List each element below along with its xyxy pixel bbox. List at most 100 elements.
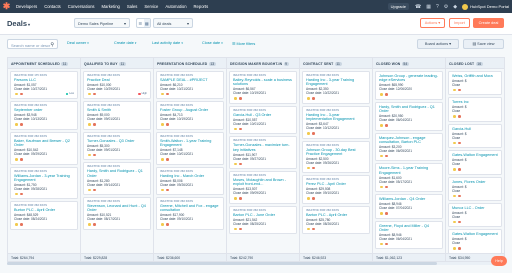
create-deal-button[interactable]: Create deal: [473, 18, 504, 28]
contact-avatar[interactable]: [311, 226, 316, 232]
contact-avatar[interactable]: [452, 87, 457, 93]
deal-name-link[interactable]: Greene, Floyd and Miller - Q4 Order: [379, 224, 439, 233]
deal-card[interactable]: INACTIVE FOR 263 DAYS Harding Inc - 3-yea…: [302, 71, 370, 104]
deal-name-link[interactable]: Harding Inc - 3-year Implementation Enga…: [306, 113, 366, 122]
contact-avatar[interactable]: [87, 187, 92, 193]
hubspot-logo-icon[interactable]: ✱: [0, 0, 13, 13]
contact-avatar[interactable]: [87, 122, 92, 127]
deal-card[interactable]: Moore-Sims - 1-year Training Engagement A…: [375, 163, 443, 193]
all-deals-select[interactable]: All deals ▾: [153, 18, 193, 28]
deal-name-link[interactable]: Barton PLC - April Order: [306, 213, 366, 217]
contact-avatar[interactable]: [384, 123, 389, 128]
deal-card[interactable]: Gates-Walton Engagement Amount: $ Close: [448, 150, 502, 175]
contact-avatar[interactable]: [384, 153, 389, 159]
deal-card[interactable]: INACTIVE FOR 263 DAYS Garcia-Hull - Q3 Or…: [229, 105, 297, 135]
contact-avatar[interactable]: [233, 126, 238, 132]
deal-card[interactable]: INACTIVE FOR 263 DAYS September order Amou…: [10, 101, 78, 130]
marketplace-icon[interactable]: ▦: [426, 4, 431, 10]
contact-avatar[interactable]: [452, 114, 457, 119]
nav-reports[interactable]: Reports: [194, 4, 209, 9]
deal-name-link[interactable]: Moses, Mclaughlin and Brown - exploit fr…: [233, 178, 293, 187]
deal-card[interactable]: INACTIVE FOR 263 DAYS Smith-Walton - 1-ye…: [156, 131, 224, 165]
deal-name-link[interactable]: Williams-Jordan - 3-year Training Engage…: [14, 174, 74, 183]
contact-avatar[interactable]: [238, 96, 243, 101]
contact-avatar[interactable]: [87, 91, 92, 97]
contact-avatar[interactable]: [87, 152, 92, 158]
contact-avatar[interactable]: [14, 157, 19, 162]
deal-name-link[interactable]: Smith & Smith: [87, 108, 147, 112]
deal-name-link[interactable]: Johnson Group - generate leading-edge eS…: [379, 74, 439, 83]
contact-avatar[interactable]: [379, 184, 384, 190]
deal-name-link[interactable]: Barton PLC - June Order: [233, 213, 293, 217]
contact-avatar[interactable]: [165, 157, 170, 162]
contact-avatar[interactable]: [165, 222, 170, 227]
deal-card[interactable]: INACTIVE FOR 263 DAYS Johnson Group - 30-…: [302, 140, 370, 174]
contact-avatar[interactable]: [238, 161, 243, 167]
contact-avatar[interactable]: [457, 114, 462, 119]
contact-avatar[interactable]: [379, 123, 384, 128]
contact-avatar[interactable]: [452, 193, 457, 199]
deal-card[interactable]: Gates-Walton Engagement Amount: $ Close: [448, 229, 502, 254]
nav-contacts[interactable]: Contacts: [44, 4, 61, 9]
nav-conversations[interactable]: Conversations: [68, 4, 95, 9]
deal-name-link[interactable]: Weiss, Griffith and Mora: [452, 74, 498, 78]
deal-name-link[interactable]: Garcia-Hull - Q3 Order: [233, 113, 293, 117]
help-icon[interactable]: ?: [436, 4, 439, 10]
contact-avatar[interactable]: [233, 161, 238, 167]
contact-avatar[interactable]: [92, 222, 97, 227]
contact-avatar[interactable]: [238, 226, 243, 232]
help-button[interactable]: Help: [491, 256, 507, 266]
deal-name-link[interactable]: Gates-Walton Engagement: [452, 232, 498, 236]
deal-card[interactable]: INACTIVE FOR 263 DAYS Harding Inc - 3-yea…: [302, 105, 370, 139]
filter-create-date[interactable]: Create date ▾: [114, 41, 136, 45]
contact-avatar[interactable]: [238, 196, 243, 201]
deal-card[interactable]: INACTIVE FOR 263 DAYS Smith & Smith Amount…: [83, 101, 151, 130]
contact-avatar[interactable]: [379, 241, 384, 247]
contact-avatar[interactable]: [311, 196, 316, 201]
deal-name-link[interactable]: Jones, Flores Order: [452, 180, 498, 184]
deal-card[interactable]: INACTIVE FOR 263 DAYS Greene, Mitchell an…: [156, 197, 224, 230]
portal-name[interactable]: HubSpot Demo Portal: [470, 4, 509, 9]
scrollbar-thumb[interactable]: [7, 262, 437, 265]
deal-name-link[interactable]: Smith-Walton - 1-year Training Engagemen…: [160, 139, 220, 148]
contact-avatar[interactable]: [19, 91, 24, 97]
contact-avatar[interactable]: [306, 226, 311, 232]
contact-avatar[interactable]: [14, 191, 19, 197]
contact-avatar[interactable]: [384, 184, 389, 190]
deal-name-link[interactable]: Hardy, Smith and Rodriguez - Q1 Order: [87, 169, 147, 178]
contact-avatar[interactable]: [87, 222, 92, 227]
deal-card[interactable]: INACTIVE FOR 263 DAYS Hardy, Smith and Ro…: [83, 162, 151, 196]
deal-card[interactable]: INACTIVE FOR 263 DAYS Barton PLC - June O…: [229, 205, 297, 235]
deal-card[interactable]: Johnson Group - generate leading-edge eS…: [375, 71, 443, 100]
deal-name-link[interactable]: Garcia-Hull: [452, 127, 498, 131]
deal-card[interactable]: INACTIVE FOR 263 DAYS Williams-Jordan - 3…: [10, 166, 78, 200]
deal-card[interactable]: INACTIVE FOR 263 DAYS Harding Inc - March…: [156, 166, 224, 196]
contact-avatar[interactable]: [160, 187, 165, 193]
deal-card[interactable]: INACTIVE FOR 263 DAYS Barton PLC - April …: [302, 205, 370, 235]
deal-name-link[interactable]: Bailey-Reynolds - scale a business solut…: [233, 78, 293, 87]
deal-name-link[interactable]: Greene, Mitchell and Fox - engage consul…: [160, 204, 220, 213]
contact-avatar[interactable]: [311, 96, 316, 101]
settings-gear-icon[interactable]: ⚙: [444, 4, 448, 10]
contact-avatar[interactable]: [19, 191, 24, 197]
contact-avatar[interactable]: [165, 122, 170, 127]
deal-name-link[interactable]: Gates-Walton Engagement: [452, 153, 498, 157]
deal-name-link[interactable]: Turner-Gonzales - Q3 Order: [87, 139, 147, 143]
contact-avatar[interactable]: [379, 92, 384, 97]
contact-avatar[interactable]: [457, 140, 462, 146]
nav-sales[interactable]: Sales: [127, 4, 137, 9]
contact-avatar[interactable]: [233, 96, 238, 101]
contact-avatar[interactable]: [457, 193, 462, 199]
deal-name-link[interactable]: Burton PLC - April Order: [14, 208, 74, 212]
deal-name-link[interactable]: Moore-Sims - 1-year Training Engagement: [379, 166, 439, 175]
contact-avatar[interactable]: [306, 165, 311, 171]
deal-name-link[interactable]: Perez PLC - April Order: [306, 182, 366, 186]
contact-avatar[interactable]: [311, 165, 316, 171]
deal-card[interactable]: Torres Inc Amount: $ Close: [448, 97, 502, 122]
contact-avatar[interactable]: [92, 152, 97, 158]
contact-avatar[interactable]: [92, 122, 97, 127]
deal-card[interactable]: Williams-Jordan - Q4 Order Amount: $8,946…: [375, 194, 443, 219]
deal-name-link[interactable]: Turner-Gonzales - maximize turn-key init…: [233, 143, 293, 152]
deal-card[interactable]: Garcia-Hull Amount: $ Close: [448, 123, 502, 149]
more-filters[interactable]: ☰ More filters: [232, 41, 255, 46]
